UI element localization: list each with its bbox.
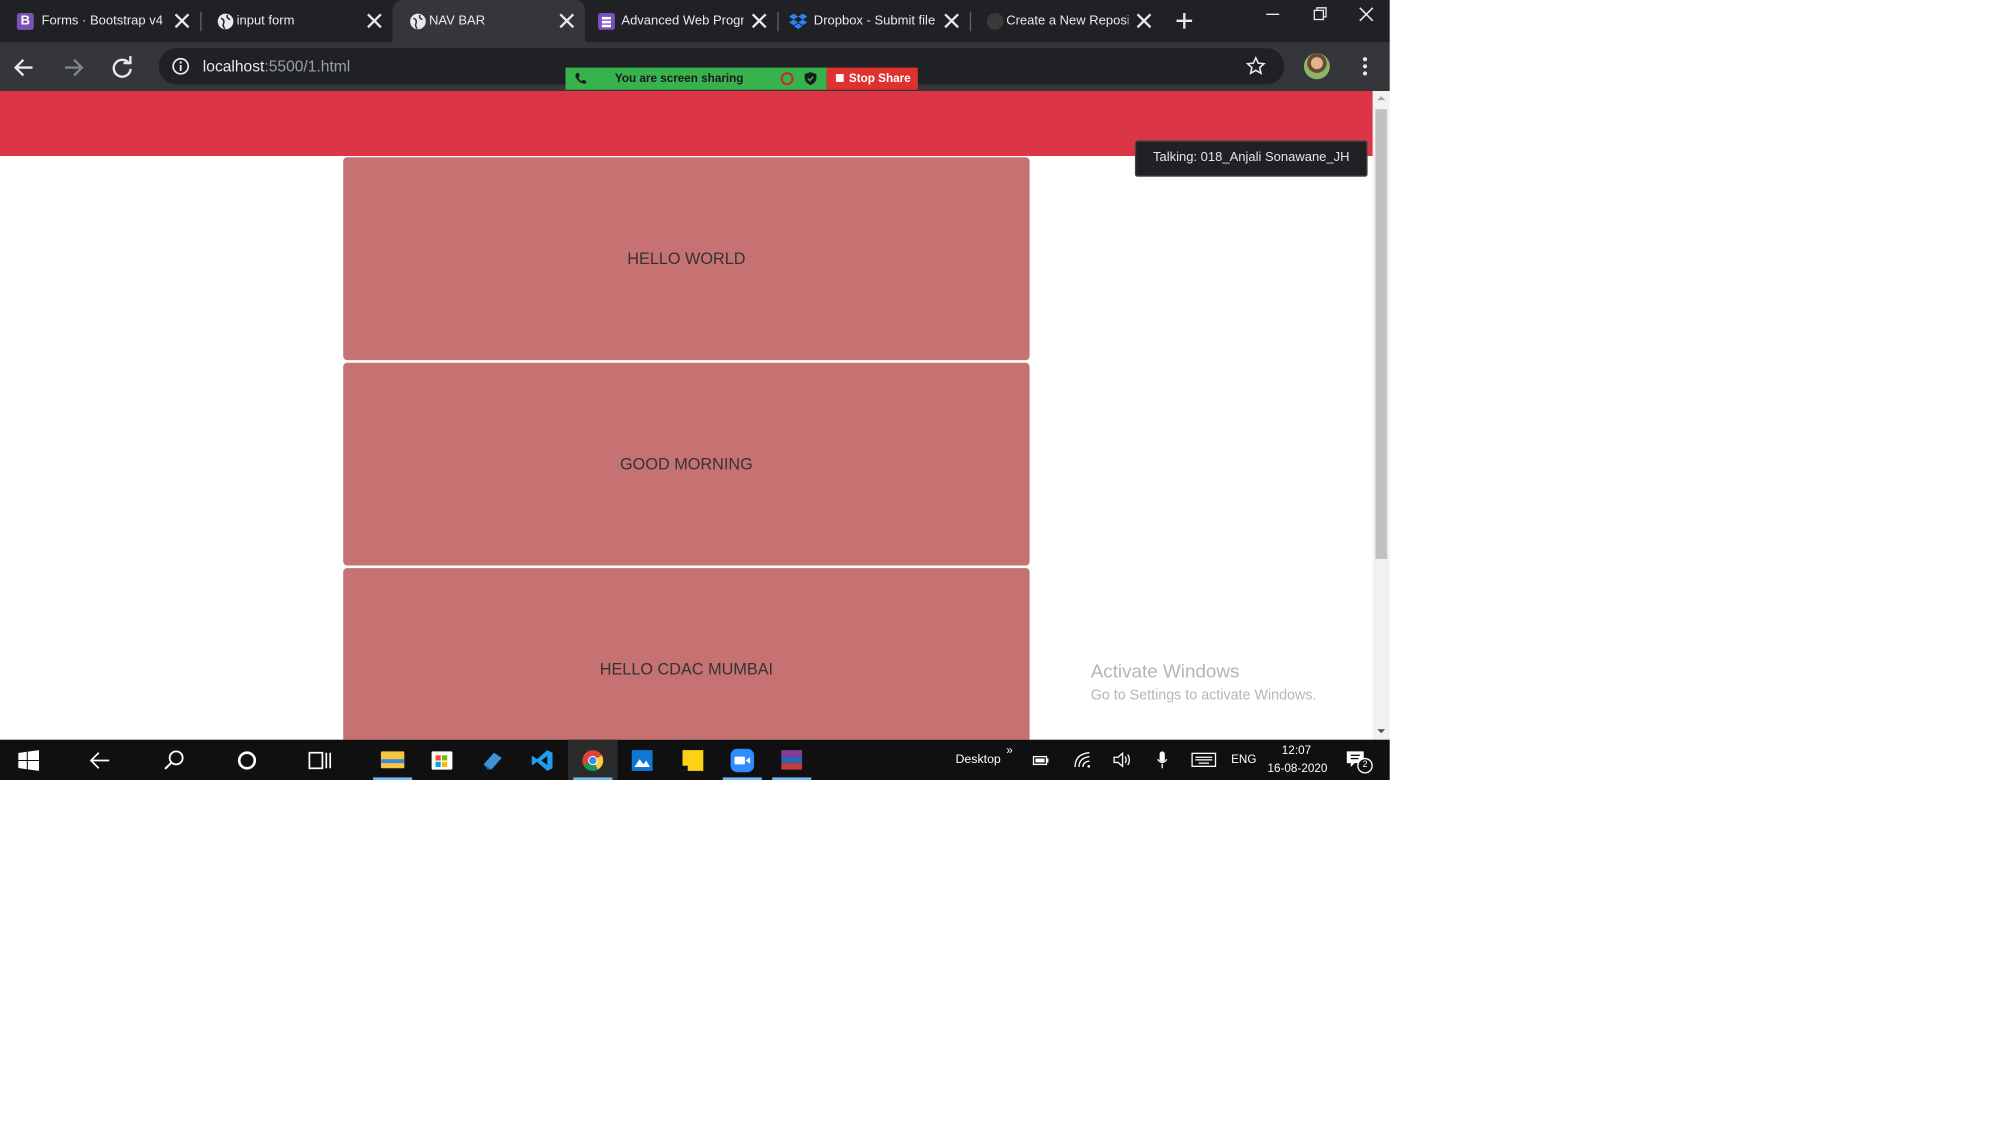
watermark-title: Activate Windows [1090,661,1240,683]
close-icon[interactable] [172,10,193,31]
cortana-icon[interactable] [237,750,258,771]
url-path: :5500/1.html [264,57,351,76]
notification-count-badge: 2 [1357,757,1373,774]
back-arrow-icon[interactable] [88,749,111,772]
chrome-icon[interactable] [568,739,618,780]
store-icon[interactable] [417,740,466,780]
action-center-button[interactable]: 2 [1346,749,1373,774]
card: HELLO WORLD [343,157,1030,361]
running-indicator [722,777,762,780]
windows-start-icon[interactable] [18,750,39,771]
close-window-button[interactable] [1343,0,1390,29]
unknown-app-icon[interactable] [468,740,517,780]
zoom-icon[interactable] [718,740,767,780]
browser-tab[interactable]: Dropbox - Submit file [777,0,969,43]
screen-share-status: You are screen sharing [565,67,827,90]
file-explorer-icon[interactable] [368,740,417,780]
url-host: localhost [202,57,265,76]
tab-title: NAV BAR [428,14,486,29]
toolbar-overflow-chevron[interactable]: » [1006,744,1013,758]
minimize-button[interactable] [1249,0,1296,29]
stop-share-button[interactable]: Stop Share [826,67,918,90]
shield-icon [804,72,817,86]
tab-title: Create a New Reposit [1006,14,1129,29]
browser-tab[interactable]: Create a New Reposit [970,0,1162,43]
search-icon[interactable] [163,749,186,772]
browser-tab[interactable]: input form [200,0,392,43]
browser-tab[interactable]: B Forms · Bootstrap v4. [0,0,200,43]
close-icon[interactable] [364,10,385,31]
github-icon [986,13,1004,30]
volume-icon[interactable] [1113,751,1133,768]
card: GOOD MORNING [343,362,1030,566]
running-indicator [772,777,812,780]
new-tab-button[interactable] [1171,8,1197,34]
stop-share-label: Stop Share [848,71,911,85]
bootstrap-icon: B [16,13,34,30]
document-icon [598,13,615,30]
card: HELLO CDAC MUMBAI [343,568,1030,740]
vscode-icon[interactable] [517,740,566,780]
close-icon[interactable] [941,10,962,31]
scrollbar-thumb[interactable] [1375,109,1388,559]
back-icon[interactable] [9,52,40,83]
tab-title: input form [236,14,295,29]
reload-icon[interactable] [107,52,138,83]
microphone-icon[interactable] [1156,750,1169,770]
globe-icon [217,13,234,30]
info-icon[interactable] [172,57,190,75]
close-icon[interactable] [1134,10,1155,31]
keyboard-icon[interactable] [1191,751,1217,768]
activate-windows-watermark: Activate Windows Go to Settings to activ… [1091,662,1317,705]
sticky-notes-icon[interactable] [668,740,717,780]
battery-icon[interactable] [1032,751,1050,769]
wifi-icon[interactable] [1074,750,1092,770]
forward-icon[interactable] [57,52,88,83]
url-text[interactable]: localhost:5500/1.html [203,57,350,75]
screenshot: B Forms · Bootstrap v4. input form NAV B… [0,0,2004,1126]
globe-icon [410,13,426,30]
windows-taskbar: Desktop » ENG 12:07 16-08-2020 2 [0,739,1390,780]
tab-title: Advanced Web Progr [621,14,744,29]
phone-icon [575,72,587,84]
stop-icon [835,74,844,82]
language-indicator[interactable]: ENG [1231,753,1256,767]
screen-share-bar: You are screen sharing Stop Share [565,67,918,90]
close-icon[interactable] [556,10,577,31]
task-view-icon[interactable] [308,750,333,771]
running-indicator [373,777,413,780]
more-menu-icon[interactable] [1353,55,1376,78]
screen-share-message: You are screen sharing [614,71,744,85]
vertical-scrollbar[interactable] [1372,91,1390,740]
tab-title: Dropbox - Submit file [813,14,936,29]
photos-icon[interactable] [618,740,667,780]
desktop-toolbar-label[interactable]: Desktop [955,753,1000,767]
bookmark-star-icon[interactable] [1245,55,1266,77]
browser-tab-strip: B Forms · Bootstrap v4. input form NAV B… [0,0,1390,43]
tab-title: Forms · Bootstrap v4. [41,14,164,29]
record-icon [780,72,794,86]
scroll-up-icon[interactable] [1377,94,1386,103]
scroll-down-icon[interactable] [1377,727,1386,736]
restore-button[interactable] [1296,0,1343,29]
dropbox-icon [789,13,808,29]
watermark-subtitle: Go to Settings to activate Windows. [1090,687,1317,704]
running-indicator [573,777,613,780]
browser-tab[interactable]: Advanced Web Progr [585,0,777,43]
clock-date[interactable]: 16-08-2020 [1268,762,1328,776]
profile-avatar[interactable] [1303,53,1330,80]
browser-tab-active[interactable]: NAV BAR [392,0,585,43]
clock-time[interactable]: 12:07 [1282,744,1311,758]
close-icon[interactable] [749,10,770,31]
page-viewport: HELLO WORLD GOOD MORNING HELLO CDAC MUMB… [0,91,1373,740]
talking-indicator: Talking: 018_Anjali Sonawane_JH [1134,140,1368,177]
winrar-icon[interactable] [767,740,816,780]
